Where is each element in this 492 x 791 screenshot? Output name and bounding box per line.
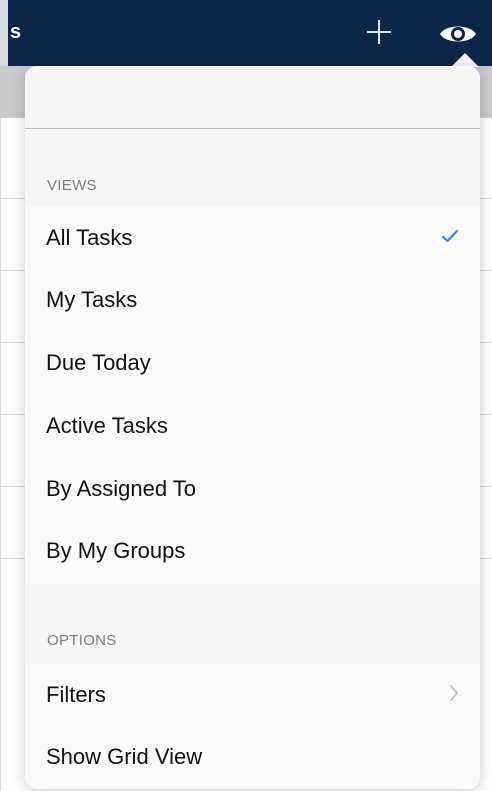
chevron-right-icon bbox=[449, 684, 459, 702]
popover-arrow bbox=[451, 53, 479, 67]
checkmark-icon bbox=[441, 229, 459, 243]
options-section-header: OPTIONS bbox=[47, 632, 117, 649]
row-label: Active Tasks bbox=[46, 413, 168, 438]
views-group: All Tasks My Tasks Due Today Active Task… bbox=[25, 206, 480, 584]
row-label: By Assigned To bbox=[46, 476, 197, 501]
view-by-assigned-to[interactable]: By Assigned To bbox=[25, 457, 480, 519]
option-show-grid-view[interactable]: Show Grid View bbox=[25, 725, 480, 787]
eye-icon[interactable] bbox=[438, 22, 478, 46]
view-options-popover: VIEWS All Tasks My Tasks Due Today Activ… bbox=[25, 66, 480, 789]
option-filters[interactable]: Filters bbox=[25, 663, 480, 725]
view-due-today[interactable]: Due Today bbox=[25, 331, 480, 393]
options-group: Filters Show Grid View bbox=[25, 663, 480, 789]
row-label: Filters bbox=[46, 682, 106, 707]
nav-bar: s bbox=[0, 0, 492, 66]
popover-header bbox=[25, 66, 480, 129]
view-active-tasks[interactable]: Active Tasks bbox=[25, 394, 480, 456]
view-my-tasks[interactable]: My Tasks bbox=[25, 268, 480, 330]
view-all-tasks[interactable]: All Tasks bbox=[25, 206, 480, 268]
row-label: By My Groups bbox=[46, 538, 186, 563]
nav-title: s bbox=[10, 21, 22, 43]
row-label: Due Today bbox=[46, 350, 151, 375]
plus-icon[interactable] bbox=[367, 20, 391, 44]
row-label: Show Grid View bbox=[46, 744, 203, 769]
view-by-my-groups[interactable]: By My Groups bbox=[25, 519, 480, 581]
row-label: All Tasks bbox=[46, 225, 133, 250]
views-section-header: VIEWS bbox=[47, 177, 97, 194]
row-label: My Tasks bbox=[46, 287, 138, 312]
